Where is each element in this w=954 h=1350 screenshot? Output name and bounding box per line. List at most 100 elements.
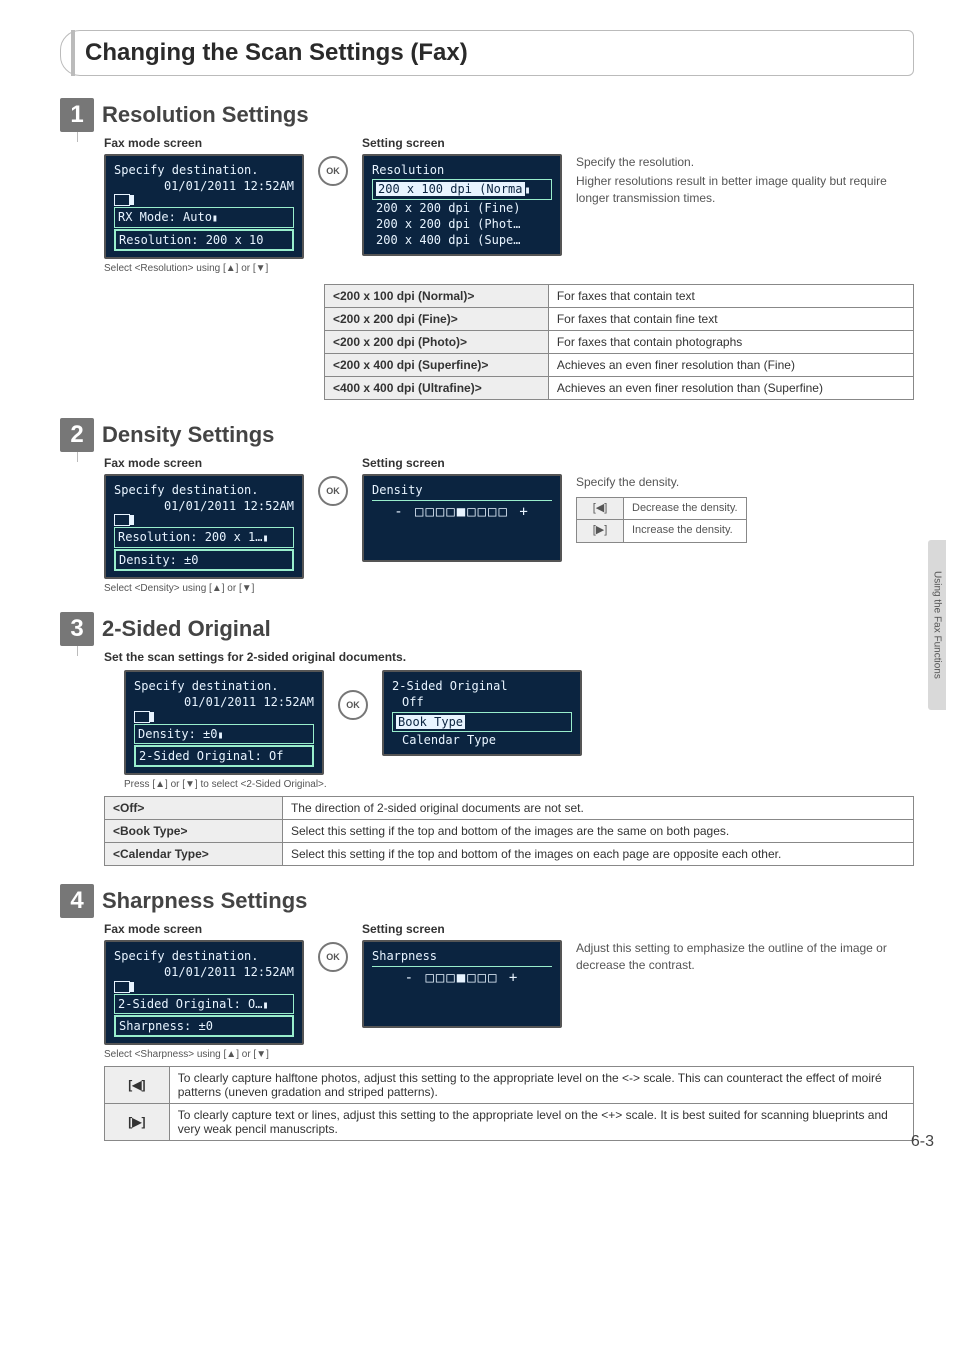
lcd-fax: Specify destination. 01/01/2011 12:52AM … xyxy=(124,670,324,775)
density-arrow-table: [◀]Decrease the density. [▶]Increase the… xyxy=(576,497,747,543)
arrow-desc: To clearly capture halftone photos, adju… xyxy=(169,1067,913,1104)
table-key: <Book Type> xyxy=(105,820,283,843)
sharpness-slider: - □□□■□□□ + xyxy=(372,969,552,988)
table-val: For faxes that contain photographs xyxy=(548,331,913,354)
lcd-option: Off xyxy=(392,694,572,710)
lcd-setting: Density - □□□□■□□□□ + xyxy=(362,474,562,562)
setting-screen-label: Setting screen xyxy=(362,456,562,470)
table-key: <200 x 400 dpi (Superfine)> xyxy=(325,354,549,377)
lcd-line: Specify destination. xyxy=(114,482,294,498)
lcd-setting: 2-Sided Original Off Book Type Calendar … xyxy=(382,670,582,756)
arrow-desc: To clearly capture text or lines, adjust… xyxy=(169,1104,913,1141)
table-key: <200 x 200 dpi (Photo)> xyxy=(325,331,549,354)
step-1: 1 Resolution Settings xyxy=(60,98,914,132)
step-4: 4 Sharpness Settings xyxy=(60,884,914,918)
lcd-fax: Specify destination. 01/01/2011 12:52AM … xyxy=(104,474,304,579)
step-number: 4 xyxy=(60,884,94,918)
lcd-line: Sharpness: ±0 xyxy=(119,1019,213,1033)
step-title: Density Settings xyxy=(102,418,274,452)
table-val: For faxes that contain fine text xyxy=(548,308,913,331)
lcd-option: Calendar Type xyxy=(392,732,572,748)
setting-screen-label: Setting screen xyxy=(362,136,562,150)
lcd-line: 01/01/2011 12:52AM xyxy=(134,694,314,710)
table-val: Achieves an even finer resolution than (… xyxy=(548,377,913,400)
table-key: <400 x 400 dpi (Ultrafine)> xyxy=(325,377,549,400)
resolution-table: <200 x 100 dpi (Normal)>For faxes that c… xyxy=(324,284,914,400)
lcd-option: 200 x 100 dpi (Norma xyxy=(376,182,525,196)
lcd-option: 200 x 400 dpi (Supe… xyxy=(372,232,552,248)
lcd-line: Specify destination. xyxy=(114,162,294,178)
lcd-setting: Sharpness - □□□■□□□ + xyxy=(362,940,562,1028)
lcd-line: Specify destination. xyxy=(114,948,294,964)
description: Adjust this setting to emphasize the out… xyxy=(576,940,914,974)
select-note: Select <Density> using [▲] or [▼] xyxy=(104,583,304,594)
doc-icon xyxy=(134,711,150,723)
lcd-title: 2-Sided Original xyxy=(392,678,572,694)
intro-text: Set the scan settings for 2-sided origin… xyxy=(104,650,914,664)
step-number: 1 xyxy=(60,98,94,132)
ok-button-icon: OK xyxy=(318,156,348,186)
doc-icon xyxy=(114,194,130,206)
sharpness-arrow-table: [◀]To clearly capture halftone photos, a… xyxy=(104,1066,914,1141)
arrow-desc: Decrease the density. xyxy=(624,497,747,519)
table-val: For faxes that contain text xyxy=(548,285,913,308)
lcd-title: Resolution xyxy=(372,162,552,178)
title-container: Changing the Scan Settings (Fax) xyxy=(60,30,914,76)
lcd-line: 01/01/2011 12:52AM xyxy=(114,964,294,980)
table-val: The direction of 2-sided original docume… xyxy=(282,797,913,820)
lcd-line: Resolution: 200 x 10 xyxy=(119,233,264,247)
lcd-line: 01/01/2011 12:52AM xyxy=(114,498,294,514)
ok-button-icon: OK xyxy=(318,942,348,972)
doc-icon xyxy=(114,981,130,993)
select-note: Select <Resolution> using [▲] or [▼] xyxy=(104,263,304,274)
table-val: Select this setting if the top and botto… xyxy=(282,820,913,843)
select-note: Press [▲] or [▼] to select <2-Sided Orig… xyxy=(124,779,914,790)
step-title: Resolution Settings xyxy=(102,98,309,132)
lcd-option: 200 x 200 dpi (Phot… xyxy=(372,216,552,232)
lcd-title: Sharpness xyxy=(372,948,552,964)
lcd-fax: Specify destination. 01/01/2011 12:52AM … xyxy=(104,940,304,1045)
description: Specify the density. xyxy=(576,474,914,491)
lcd-line: Density: ±0 xyxy=(119,553,198,567)
table-key: <200 x 200 dpi (Fine)> xyxy=(325,308,549,331)
page-number: 6-3 xyxy=(911,1133,934,1151)
lcd-line: RX Mode: Auto xyxy=(118,210,212,224)
lcd-setting: Resolution 200 x 100 dpi (Norma▮ 200 x 2… xyxy=(362,154,562,256)
step-number: 2 xyxy=(60,418,94,452)
lcd-line: Density: ±0 xyxy=(138,727,217,741)
lcd-line: 01/01/2011 12:52AM xyxy=(114,178,294,194)
table-key: <200 x 100 dpi (Normal)> xyxy=(325,285,549,308)
side-tab: Using the Fax Functions xyxy=(928,540,946,710)
fax-screen-label: Fax mode screen xyxy=(104,922,304,936)
arrow-key: [◀] xyxy=(105,1067,170,1104)
step-number: 3 xyxy=(60,612,94,646)
setting-screen-label: Setting screen xyxy=(362,922,562,936)
lcd-option: 200 x 200 dpi (Fine) xyxy=(372,200,552,216)
arrow-desc: Increase the density. xyxy=(624,520,747,542)
description: Higher resolutions result in better imag… xyxy=(576,173,914,207)
arrow-key: [◀] xyxy=(577,497,624,519)
lcd-line: 2-Sided Original: O… xyxy=(118,997,263,1011)
select-note: Select <Sharpness> using [▲] or [▼] xyxy=(104,1049,304,1060)
lcd-line: Resolution: 200 x 1… xyxy=(118,530,263,544)
fax-screen-label: Fax mode screen xyxy=(104,456,304,470)
ok-button-icon: OK xyxy=(338,690,368,720)
description: Specify the resolution. xyxy=(576,154,914,171)
step-title: Sharpness Settings xyxy=(102,884,307,918)
main-title: Changing the Scan Settings (Fax) xyxy=(85,39,901,67)
lcd-option: Book Type xyxy=(396,715,465,729)
doc-icon xyxy=(114,514,130,526)
lcd-fax: Specify destination. 01/01/2011 12:52AM … xyxy=(104,154,304,259)
step-title: 2-Sided Original xyxy=(102,612,271,646)
table-key: <Calendar Type> xyxy=(105,843,283,866)
table-val: Select this setting if the top and botto… xyxy=(282,843,913,866)
arrow-key: [▶] xyxy=(577,520,624,542)
step-3: 3 2-Sided Original xyxy=(60,612,914,646)
step-2: 2 Density Settings xyxy=(60,418,914,452)
lcd-line: 2-Sided Original: Of xyxy=(139,749,284,763)
density-slider: - □□□□■□□□□ + xyxy=(372,503,552,522)
lcd-title: Density xyxy=(372,482,552,498)
table-val: Achieves an even finer resolution than (… xyxy=(548,354,913,377)
table-key: <Off> xyxy=(105,797,283,820)
lcd-line: Specify destination. xyxy=(134,678,314,694)
